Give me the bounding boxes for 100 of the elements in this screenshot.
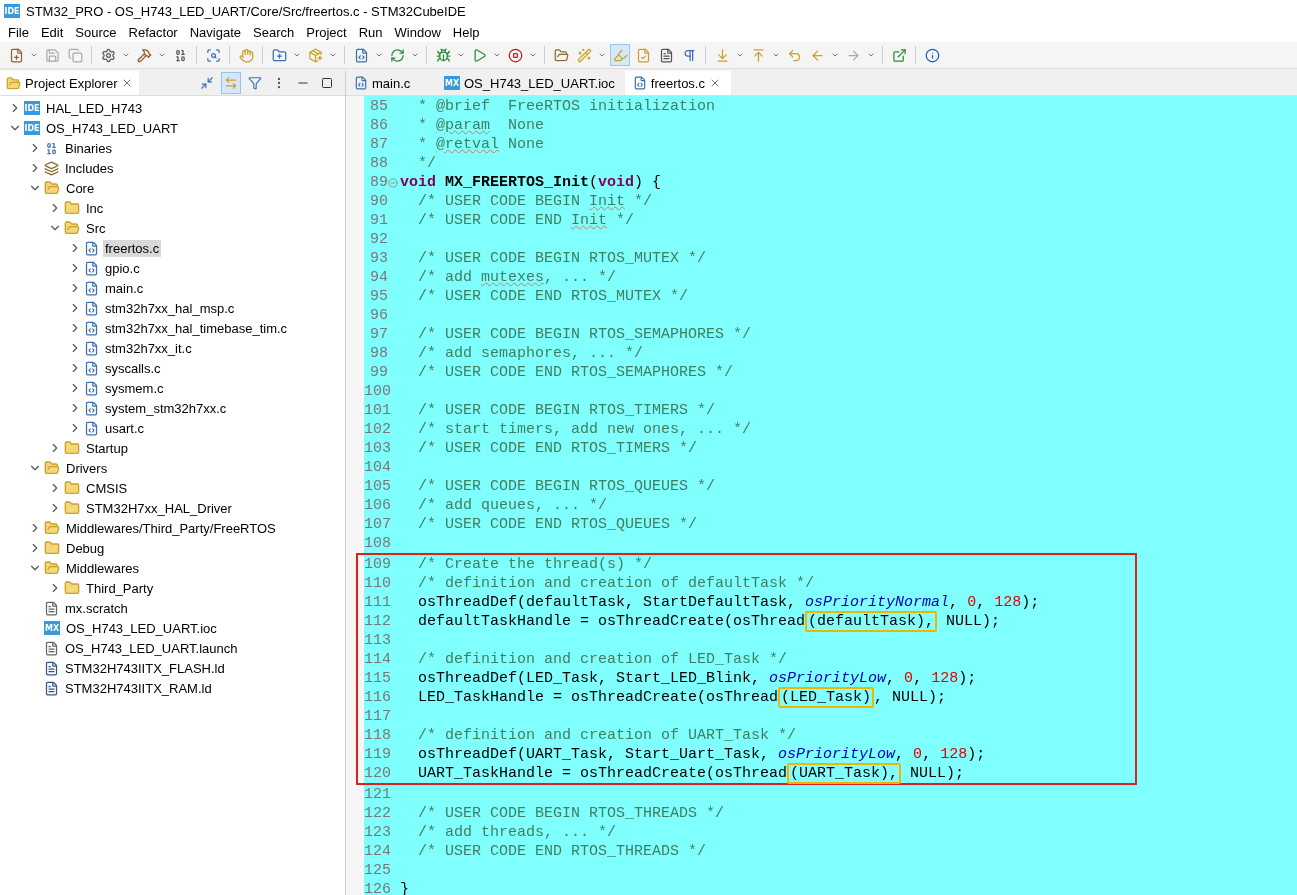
tree-item[interactable]: Middlewares <box>64 559 141 577</box>
tree-item[interactable]: main.c <box>103 279 146 297</box>
code-line: /* USER CODE BEGIN RTOS_QUEUES */ <box>417 478 716 495</box>
tree-item[interactable]: OS_H743_LED_UART.ioc <box>64 619 219 637</box>
folder-icon <box>64 480 80 496</box>
line-number: 89 <box>369 174 388 191</box>
tree-item[interactable]: Binaries <box>63 139 114 157</box>
line-number: 125 <box>364 862 388 879</box>
folder-icon <box>64 220 80 236</box>
tree-item[interactable]: Drivers <box>64 459 110 477</box>
tree-item[interactable]: stm32h7xx_hal_timebase_tim.c <box>103 319 290 337</box>
tree-item[interactable]: STM32H7xx_HAL_Driver <box>84 499 234 517</box>
binaries-icon <box>44 140 59 156</box>
menu-item[interactable]: File <box>2 24 35 40</box>
tree-item[interactable]: Includes <box>63 159 116 177</box>
menu-item[interactable]: Navigate <box>183 24 247 40</box>
line-number: 103 <box>364 440 388 457</box>
tree-item[interactable]: Src <box>84 219 108 237</box>
code-line: LED_TaskHandle = osThreadCreate(osThread (LED_Task) , NULL); <box>417 689 947 706</box>
code-line: /* Create the thread(s) */ <box>417 556 653 573</box>
tree-item[interactable]: syscalls.c <box>103 359 163 377</box>
line-number: 110 <box>364 575 388 592</box>
c-file-icon <box>84 260 99 276</box>
code-line: /* add queues, ... */ <box>417 497 608 514</box>
linker-file-icon <box>44 660 59 676</box>
menu-item[interactable]: Run <box>352 24 389 40</box>
tree-item[interactable]: Startup <box>84 439 130 457</box>
code-line: /* USER CODE BEGIN RTOS_SEMAPHORES */ <box>417 326 752 343</box>
menu-item[interactable]: Source <box>69 24 123 40</box>
code-line: void MX_FREERTOS_Init(void) { <box>400 174 662 191</box>
tree-item[interactable]: OS_H743_LED_UART.launch <box>63 639 240 657</box>
c-file-icon <box>632 76 647 90</box>
code-line: defaultTaskHandle = osThreadCreate(osThread (defaultTask), NULL); <box>417 613 1001 630</box>
line-number: 107 <box>364 516 388 533</box>
c-file-icon <box>84 340 99 356</box>
file-icon <box>44 600 59 616</box>
tree-item[interactable]: gpio.c <box>103 259 142 277</box>
tree-item[interactable]: stm32h7xx_it.c <box>103 339 194 357</box>
editor-tab[interactable]: freertos.c <box>624 71 731 95</box>
menu-item[interactable]: Edit <box>34 24 70 40</box>
line-number: 123 <box>364 824 388 841</box>
line-number: 100 <box>364 383 388 400</box>
tree-item[interactable]: sysmem.c <box>103 379 166 397</box>
tree-item[interactable]: STM32H743IITX_FLASH.ld <box>63 659 227 677</box>
c-file-icon <box>84 320 99 336</box>
line-number: 98 <box>369 345 388 362</box>
line-number: 99 <box>369 364 388 381</box>
tree-item[interactable]: Middlewares/Third_Party/FreeRTOS <box>64 519 278 537</box>
line-number: 97 <box>369 326 388 343</box>
tree-item[interactable]: CMSIS <box>84 479 130 497</box>
file-icon <box>44 640 59 656</box>
folder-icon <box>64 500 80 516</box>
c-file-icon <box>354 76 368 90</box>
line-number: 90 <box>369 193 388 210</box>
tree-item[interactable]: stm32h7xx_hal_msp.c <box>103 299 237 317</box>
menu-item[interactable]: Refactor <box>122 24 184 40</box>
line-number: 118 <box>364 727 388 744</box>
menu-item[interactable]: Project <box>300 24 353 40</box>
editor-tab[interactable]: MX OS_H743_LED_UART.ioc <box>436 71 625 95</box>
tree-item[interactable]: Debug <box>64 539 107 557</box>
tree-item[interactable]: STM32H743IITX_RAM.ld <box>63 679 214 697</box>
line-number: 116 <box>364 689 388 706</box>
menu-item[interactable]: Search <box>247 24 301 40</box>
tree-item[interactable]: Inc <box>84 199 106 217</box>
code-line: * @param None <box>417 117 545 134</box>
code-line: /* definition and creation of LED_Task */ <box>417 651 788 668</box>
tree-item[interactable]: freertos.c <box>103 239 162 257</box>
code-line: /* add threads, ... */ <box>417 824 617 841</box>
source-folder-icon <box>44 180 60 196</box>
folder-icon <box>64 200 80 216</box>
tree-item[interactable]: usart.c <box>103 419 146 437</box>
editor-tab[interactable]: main.c <box>346 71 436 95</box>
tree-item[interactable]: HAL_LED_H743 <box>44 99 145 117</box>
code-line: /* add mutexes, ... */ <box>417 269 617 286</box>
tree-item[interactable]: system_stm32h7xx.c <box>103 399 229 417</box>
c-file-icon <box>84 240 99 256</box>
close-icon[interactable] <box>709 77 721 89</box>
line-number: 91 <box>369 212 388 229</box>
line-number: 95 <box>369 288 388 305</box>
tree-item[interactable]: Core <box>64 179 97 197</box>
code-line: /* start timers, add new ones, ... */ <box>417 421 752 438</box>
tree-item[interactable]: OS_H743_LED_UART <box>44 119 180 137</box>
code-line: osThreadDef(LED_Task, Start_LED_Blink, osPriorityLow, 0, 128); <box>417 670 977 687</box>
code-line: UART_TaskHandle = osThreadCreate(osThread (UART_Task), NULL); <box>417 765 965 782</box>
line-number: 96 <box>369 307 388 324</box>
line-number: 122 <box>364 805 388 822</box>
tree-item[interactable]: Third_Party <box>84 579 156 597</box>
line-number: 109 <box>364 556 388 573</box>
line-number: 85 <box>369 98 388 115</box>
menu-item[interactable]: Help <box>446 24 486 40</box>
line-number: 87 <box>369 136 388 153</box>
line-number: 86 <box>369 117 388 134</box>
code-line: /* USER CODE END RTOS_MUTEX */ <box>417 288 689 305</box>
code-line: /* USER CODE BEGIN RTOS_MUTEX */ <box>417 250 707 267</box>
menu-item[interactable]: Window <box>388 24 447 40</box>
tree-item[interactable]: mx.scratch <box>63 599 130 617</box>
folder-icon <box>6 75 21 91</box>
line-number: 88 <box>369 155 388 172</box>
code-line: /* USER CODE END RTOS_SEMAPHORES */ <box>417 364 734 381</box>
c-file-icon <box>84 280 99 296</box>
